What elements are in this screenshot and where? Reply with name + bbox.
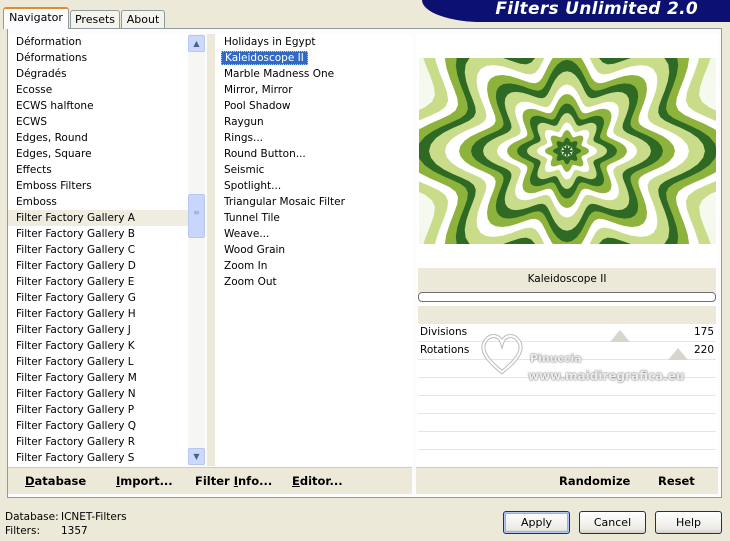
filter-item[interactable]: Round Button... bbox=[216, 146, 412, 162]
category-item[interactable]: Filter Factory Gallery Q bbox=[8, 418, 188, 434]
param-empty-row bbox=[418, 432, 716, 450]
database-button[interactable]: Database bbox=[25, 474, 86, 488]
category-item[interactable]: Emboss bbox=[8, 194, 188, 210]
filter-item[interactable]: Wood Grain bbox=[216, 242, 412, 258]
filter-item[interactable]: Kaleidoscope II bbox=[216, 50, 412, 66]
param-divisions[interactable]: Divisions 175 bbox=[418, 324, 716, 342]
category-item[interactable]: Edges, Round bbox=[8, 130, 188, 146]
filter-item[interactable]: Spotlight... bbox=[216, 178, 412, 194]
category-item[interactable]: Filter Factory Gallery P bbox=[8, 402, 188, 418]
category-item[interactable]: Ecosse bbox=[8, 82, 188, 98]
category-item[interactable]: Effects bbox=[8, 162, 188, 178]
tab-presets[interactable]: Presets bbox=[70, 10, 120, 29]
param-label: Rotations bbox=[420, 344, 470, 356]
category-item[interactable]: ECWS bbox=[8, 114, 188, 130]
reset-button[interactable]: Reset bbox=[658, 474, 695, 488]
filter-item[interactable]: Seismic bbox=[216, 162, 412, 178]
filter-item-selected[interactable]: Kaleidoscope II bbox=[221, 51, 308, 65]
param-value: 220 bbox=[693, 344, 714, 356]
filter-item[interactable]: Tunnel Tile bbox=[216, 210, 412, 226]
category-item[interactable]: Filter Factory Gallery E bbox=[8, 274, 188, 290]
category-scrollbar[interactable]: ▲ ≡ ▼ bbox=[188, 34, 205, 466]
watermark-heart-icon bbox=[481, 334, 523, 375]
category-item[interactable]: Filter Factory Gallery A bbox=[8, 210, 188, 226]
category-item[interactable]: Filter Factory Gallery J bbox=[8, 322, 188, 338]
title-banner: Filters Unlimited 2.0 bbox=[422, 0, 730, 22]
category-item[interactable]: Edges, Square bbox=[8, 146, 188, 162]
filter-preview-image bbox=[419, 58, 716, 244]
filter-item[interactable]: Rings... bbox=[216, 130, 412, 146]
kaleido-center bbox=[555, 139, 579, 163]
category-item[interactable]: Filter Factory Gallery H bbox=[8, 306, 188, 322]
category-item[interactable]: Filter Factory Gallery S bbox=[8, 450, 188, 466]
filter-item[interactable]: Weave... bbox=[216, 226, 412, 242]
filter-item[interactable]: Marble Madness One bbox=[216, 66, 412, 82]
category-item[interactable]: Filter Factory Gallery R bbox=[8, 434, 188, 450]
slider-marker-icon[interactable] bbox=[668, 348, 688, 360]
watermark-name: Pinuccia bbox=[530, 352, 582, 365]
scroll-thumb[interactable]: ≡ bbox=[188, 194, 205, 238]
filter-item[interactable]: Raygun bbox=[216, 114, 412, 130]
tab-about[interactable]: About bbox=[121, 10, 165, 29]
help-button[interactable]: Help bbox=[655, 511, 722, 534]
filter-item[interactable]: Zoom In bbox=[216, 258, 412, 274]
category-item[interactable]: Filter Factory Gallery C bbox=[8, 242, 188, 258]
status-database-label: Database: bbox=[5, 511, 59, 523]
category-item[interactable]: Filter Factory Gallery G bbox=[8, 290, 188, 306]
category-item[interactable]: Filter Factory Gallery B bbox=[8, 226, 188, 242]
category-item[interactable]: Filter Factory Gallery M bbox=[8, 370, 188, 386]
category-item[interactable]: ECWS halftone bbox=[8, 98, 188, 114]
category-item[interactable]: Filter Factory Gallery L bbox=[8, 354, 188, 370]
status-filters-label: Filters: bbox=[5, 525, 41, 537]
filter-list[interactable]: Holidays in Egypt Kaleidoscope II Marble M… bbox=[216, 34, 412, 466]
editor-button[interactable]: Editor... bbox=[292, 474, 343, 488]
filter-item[interactable]: Triangular Mosaic Filter bbox=[216, 194, 412, 210]
param-empty-row bbox=[418, 414, 716, 432]
filter-item[interactable]: Zoom Out bbox=[216, 274, 412, 290]
category-item[interactable]: Dégradés bbox=[8, 66, 188, 82]
category-item[interactable]: Filter Factory Gallery N bbox=[8, 386, 188, 402]
status-database-value: ICNET-Filters bbox=[61, 511, 127, 523]
filter-item[interactable]: Mirror, Mirror bbox=[216, 82, 412, 98]
scroll-down-button[interactable]: ▼ bbox=[188, 448, 205, 465]
list-divider bbox=[207, 34, 215, 466]
cancel-button[interactable]: Cancel bbox=[579, 511, 646, 534]
import-button[interactable]: Import... bbox=[116, 474, 173, 488]
apply-button[interactable]: Apply bbox=[503, 511, 570, 534]
filter-item[interactable]: Pool Shadow bbox=[216, 98, 412, 114]
tab-navigator[interactable]: Navigator bbox=[3, 7, 69, 29]
status-filters-value: 1357 bbox=[61, 525, 88, 537]
scroll-up-button[interactable]: ▲ bbox=[188, 35, 205, 52]
app-title: Filters Unlimited 2.0 bbox=[495, 0, 698, 19]
category-item[interactable]: Déformations bbox=[8, 50, 188, 66]
parameters-header bbox=[418, 306, 716, 324]
category-item[interactable]: Filter Factory Gallery D bbox=[8, 258, 188, 274]
watermark-url: www.maidiregrafica.eu bbox=[528, 369, 685, 383]
randomize-button[interactable]: Randomize bbox=[559, 474, 630, 488]
category-item[interactable]: Déformation bbox=[8, 34, 188, 50]
slider-marker-icon[interactable] bbox=[610, 330, 630, 342]
param-empty-row bbox=[418, 450, 716, 468]
param-empty-row bbox=[418, 396, 716, 414]
preview-filter-name: Kaleidoscope II bbox=[527, 273, 607, 285]
category-list[interactable]: Déformation Déformations Dégradés Ecosse ECW… bbox=[8, 34, 188, 466]
param-label: Divisions bbox=[420, 326, 468, 338]
param-value: 175 bbox=[693, 326, 714, 338]
category-item[interactable]: Filter Factory Gallery K bbox=[8, 338, 188, 354]
progress-bar bbox=[418, 292, 716, 302]
filter-item[interactable]: Holidays in Egypt bbox=[216, 34, 412, 50]
filter-info-button[interactable]: Filter Info... bbox=[195, 474, 272, 488]
category-item[interactable]: Emboss Filters bbox=[8, 178, 188, 194]
